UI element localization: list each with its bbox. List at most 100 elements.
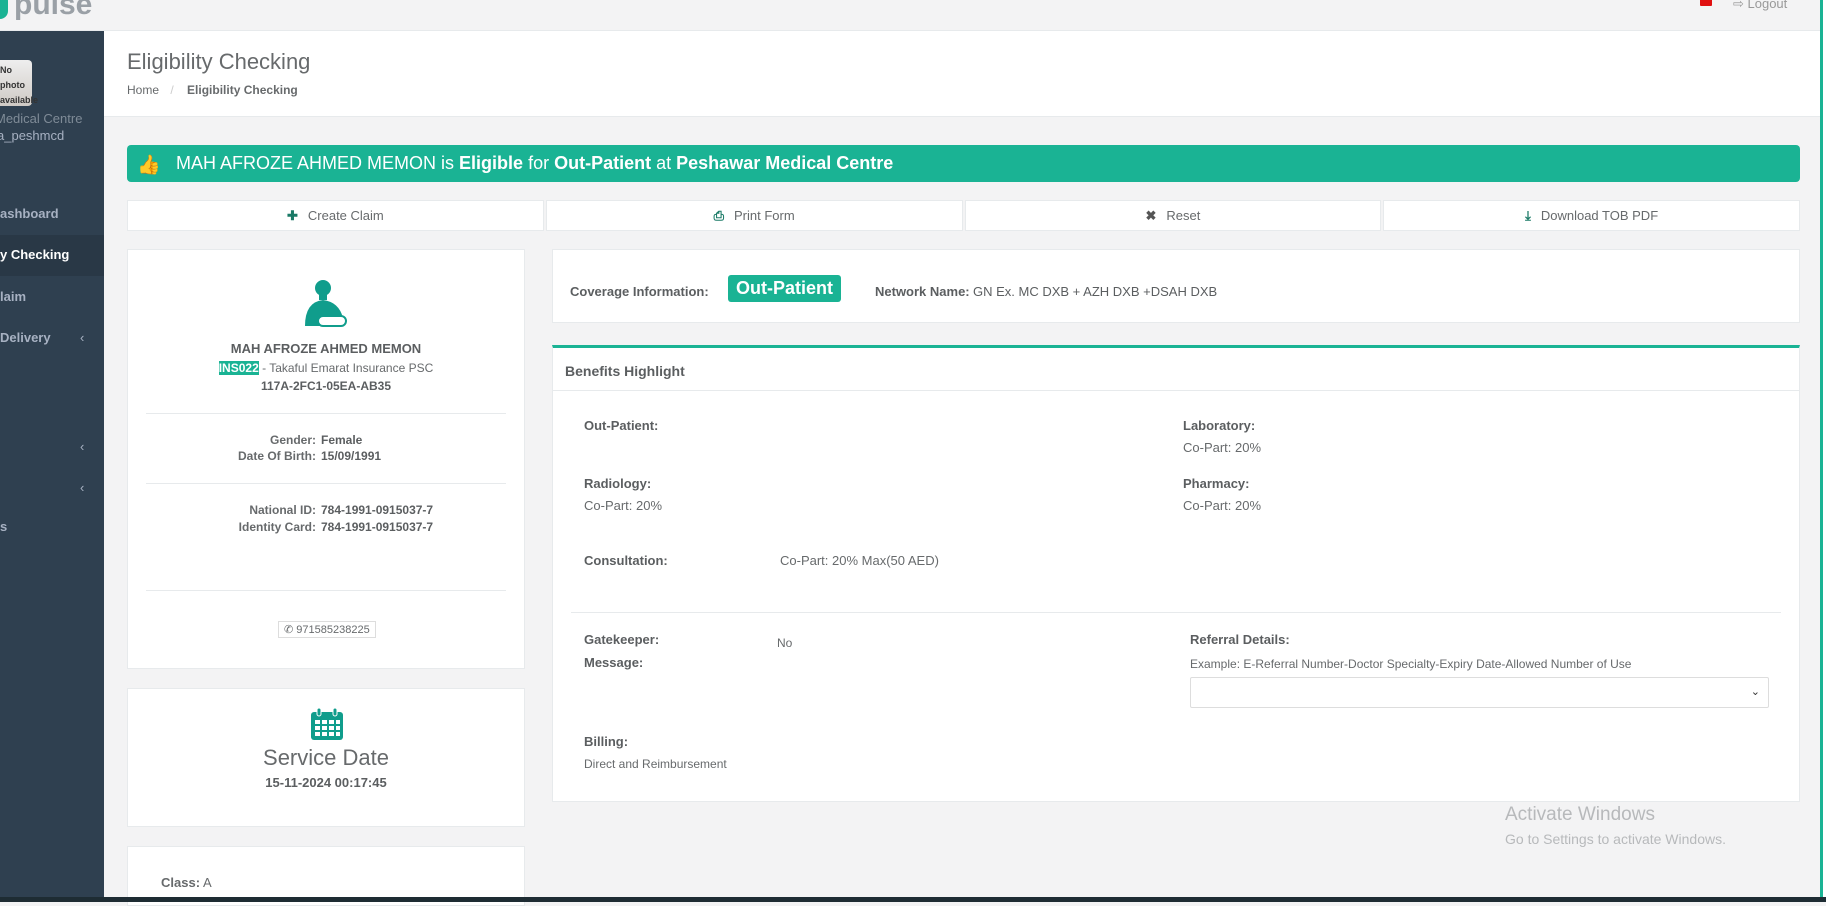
reset-button[interactable]: ✖ Reset	[964, 200, 1382, 231]
billing-value: Direct and Reimbursement	[584, 757, 727, 771]
eligibility-banner: 👍 MAH AFROZE AHMED MEMON is Eligible for…	[127, 145, 1800, 182]
gift-icon[interactable]	[1700, 0, 1712, 6]
print-icon: ⎙	[713, 208, 724, 223]
phone-icon: ✆	[284, 624, 297, 636]
gender-row: Gender: Female	[128, 433, 524, 447]
chevron-left-icon[interactable]: ‹	[80, 439, 84, 454]
benefits-title: Benefits Highlight	[565, 363, 685, 379]
divider	[146, 413, 506, 414]
banner-facility: Peshawar Medical Centre	[676, 153, 894, 173]
field-label: National ID:	[249, 503, 316, 517]
banner-status: Eligible	[459, 153, 524, 173]
banner-type: Out-Patient	[554, 153, 652, 173]
sidebar-item-label: Delivery	[0, 330, 51, 345]
patient-card: MAH AFROZE AHMED MEMON INS022 - Takaful …	[127, 249, 525, 669]
identity-card-row: Identity Card: 784-1991-0915037-7	[128, 520, 524, 534]
breadcrumb-home[interactable]: Home	[127, 83, 159, 97]
breadcrumb-current: Eligibility Checking	[187, 83, 298, 97]
coverage-label: Coverage Information:	[570, 284, 709, 299]
insurer-name: - Takaful Emarat Insurance PSC	[262, 361, 434, 375]
identity-card-value: 784-1991-0915037-7	[321, 520, 434, 534]
outpatient-label: Out-Patient:	[584, 418, 659, 433]
insurer-line: INS022 - Takaful Emarat Insurance PSC	[128, 361, 524, 375]
watermark-line: Activate Windows	[1505, 804, 1655, 825]
sidebar-item-claim[interactable]: laim	[0, 277, 104, 318]
sidebar-item-label: ashboard	[0, 206, 59, 221]
user-name[interactable]: a_peshmcd	[0, 128, 64, 143]
referral-label: Referral Details:	[1190, 632, 1290, 647]
patient-name: MAH AFROZE AHMED MEMON	[230, 341, 422, 356]
laboratory-value: Co-Part: 20%	[1183, 440, 1262, 455]
button-label: Create Claim	[307, 208, 384, 223]
divider	[553, 390, 1799, 391]
coverage-badge: Out-Patient	[728, 275, 841, 302]
sidebar: No photo available Medical Centre a_pesh…	[0, 31, 104, 902]
class-value: A	[202, 875, 212, 890]
consultation-label: Consultation:	[584, 553, 668, 568]
service-date-card: Service Date 15-11-2024 00:17:45	[127, 688, 525, 827]
radiology-value: Co-Part: 20%	[584, 498, 663, 513]
banner-name: MAH AFROZE AHMED MEMON	[176, 153, 437, 173]
national-id-value: 784-1991-0915037-7	[321, 503, 434, 517]
download-icon: ⤓	[1525, 208, 1531, 223]
thumbs-up-icon: 👍	[137, 155, 161, 176]
divider	[571, 612, 1781, 613]
print-form-button[interactable]: ⎙ Print Form	[545, 200, 963, 231]
pharmacy-value: Co-Part: 20%	[1183, 498, 1262, 513]
radiology-label: Radiology:	[584, 476, 652, 491]
dob-row: Date Of Birth: 15/09/1991	[128, 449, 524, 463]
button-label: Download TOB PDF	[1540, 208, 1659, 223]
button-label: Print Form	[733, 208, 795, 223]
sidebar-item-label: laim	[0, 289, 27, 304]
class-row: Class: A	[161, 875, 212, 890]
breadcrumb-separator: /	[170, 83, 174, 97]
phone-number: 971585238225	[296, 624, 370, 636]
service-date-title: Service Date	[263, 745, 389, 770]
chevron-left-icon[interactable]: ‹	[80, 480, 84, 495]
chevron-left-icon[interactable]: ‹	[80, 330, 84, 345]
billing-label: Billing:	[584, 734, 629, 749]
watermark-line: Go to Settings to activate Windows.	[1505, 831, 1726, 847]
gender-value: Female	[321, 433, 363, 447]
download-tob-button[interactable]: ⤓ Download TOB PDF	[1383, 200, 1800, 231]
sidebar-item-reports[interactable]: s	[0, 507, 104, 548]
divider	[146, 590, 506, 591]
create-claim-button[interactable]: ✚ Create Claim	[127, 200, 544, 231]
class-label: Class:	[161, 875, 201, 890]
top-navbar	[0, 0, 1820, 31]
referral-select[interactable]: ⌄	[1190, 677, 1769, 708]
page-title: Eligibility Checking	[127, 49, 311, 74]
field-label: Date Of Birth:	[238, 449, 316, 463]
activate-windows-watermark: Activate Windows Go to Settings to activ…	[1505, 804, 1726, 847]
sidebar-item-eligibility-checking[interactable]: y Checking	[0, 235, 104, 276]
national-id-row: National ID: 784-1991-0915037-7	[128, 503, 524, 517]
action-bar: ✚ Create Claim ⎙ Print Form ✖ Reset ⤓ Downlo…	[127, 200, 1800, 231]
card-number: 117A-2FC1-05EA-AB35	[260, 379, 392, 393]
sidebar-item-dashboard[interactable]: ashboard	[0, 194, 104, 235]
patient-icon	[305, 280, 347, 327]
sidebar-item-delivery[interactable]: Delivery	[0, 318, 104, 359]
breadcrumb: Home / Eligibility Checking	[127, 83, 298, 97]
page-header: Eligibility Checking Home / Eligibility …	[104, 31, 1820, 117]
logo[interactable]: pulse	[0, 0, 92, 22]
calendar-icon	[311, 707, 343, 740]
profile-photo: No photo available	[0, 60, 38, 106]
network-value: GN Ex. MC DXB + AZH DXB +DSAH DXB	[973, 284, 1218, 299]
coverage-card: Coverage Information: Out-Patient Networ…	[552, 249, 1800, 323]
button-label: Reset	[1166, 208, 1201, 223]
referral-example: Example: E-Referral Number-Doctor Specia…	[1190, 657, 1632, 671]
logout-label: Logout	[1747, 0, 1788, 11]
org-name: Medical Centre	[0, 111, 83, 126]
divider	[146, 483, 506, 484]
laboratory-label: Laboratory:	[1183, 418, 1256, 433]
logo-icon	[0, 0, 8, 20]
banner-text: at	[656, 153, 672, 173]
benefits-panel: Benefits Highlight Out-Patient: Laborato…	[552, 345, 1800, 802]
gatekeeper-label: Gatekeeper:	[584, 632, 660, 647]
plus-icon: ✚	[286, 208, 298, 223]
field-label: Identity Card:	[238, 520, 316, 534]
logout-link[interactable]: ⇨ Logout	[1733, 0, 1787, 12]
pharmacy-label: Pharmacy:	[1183, 476, 1250, 491]
message-label: Message:	[584, 655, 644, 670]
scrollbar[interactable]	[1820, 0, 1826, 902]
